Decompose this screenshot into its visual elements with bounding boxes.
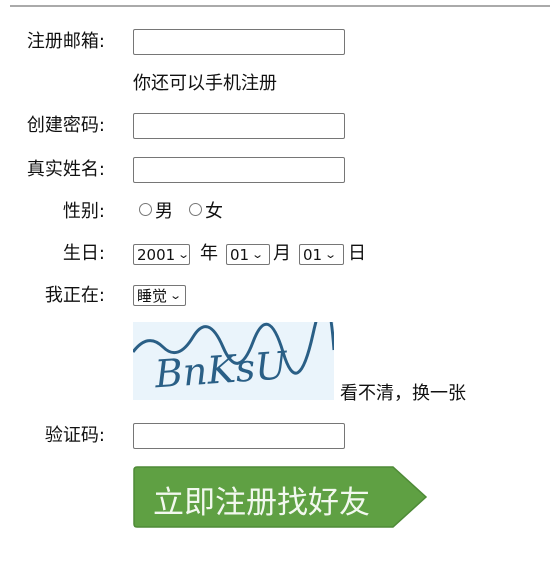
- password-label: 创建密码:: [26, 115, 105, 136]
- submit-label: 立即注册找好友: [153, 485, 370, 521]
- activity-select[interactable]: 睡觉 ⌄: [133, 285, 186, 306]
- year-select[interactable]: 2001 ⌄: [133, 244, 190, 265]
- month-select[interactable]: 01 ⌄: [226, 244, 270, 265]
- verify-code-input[interactable]: [133, 423, 345, 449]
- activity-label: 我正在:: [44, 285, 105, 306]
- female-label: 女: [205, 201, 223, 222]
- gender-label: 性别:: [62, 201, 105, 222]
- captcha-image: BnKsU: [133, 322, 334, 400]
- radio-female[interactable]: [189, 203, 202, 216]
- day-select[interactable]: 01 ⌄: [299, 244, 344, 265]
- email-label: 注册邮箱:: [26, 31, 105, 52]
- real-name-input[interactable]: [133, 157, 345, 183]
- divider: [10, 5, 550, 7]
- activity-value: 睡觉: [137, 286, 168, 305]
- phone-register-hint: 你还可以手机注册: [133, 73, 277, 94]
- day-value: 01: [303, 245, 323, 264]
- radio-male[interactable]: [139, 203, 152, 216]
- real-name-label: 真实姓名:: [26, 159, 105, 180]
- year-value: 2001: [137, 245, 176, 264]
- chevron-down-icon: ⌄: [251, 247, 265, 261]
- gender-male-option[interactable]: 男: [139, 199, 173, 225]
- chevron-down-icon: ⌄: [324, 247, 338, 261]
- email-input[interactable]: [133, 29, 345, 55]
- chevron-down-icon: ⌄: [177, 247, 191, 261]
- male-label: 男: [155, 201, 173, 222]
- birthday-label: 生日:: [62, 243, 105, 264]
- verify-code-label: 验证码:: [44, 425, 105, 446]
- refresh-captcha-link[interactable]: 看不清，换一张: [340, 381, 466, 407]
- day-unit: 日: [348, 243, 366, 264]
- year-unit: 年: [200, 243, 218, 264]
- chevron-down-icon: ⌄: [169, 288, 183, 302]
- password-input[interactable]: [133, 113, 345, 139]
- month-unit: 月: [273, 243, 291, 264]
- svg-text:BnKsU: BnKsU: [152, 343, 290, 396]
- month-value: 01: [230, 245, 250, 264]
- register-submit-button[interactable]: 立即注册找好友: [133, 465, 428, 529]
- gender-female-option[interactable]: 女: [189, 199, 223, 225]
